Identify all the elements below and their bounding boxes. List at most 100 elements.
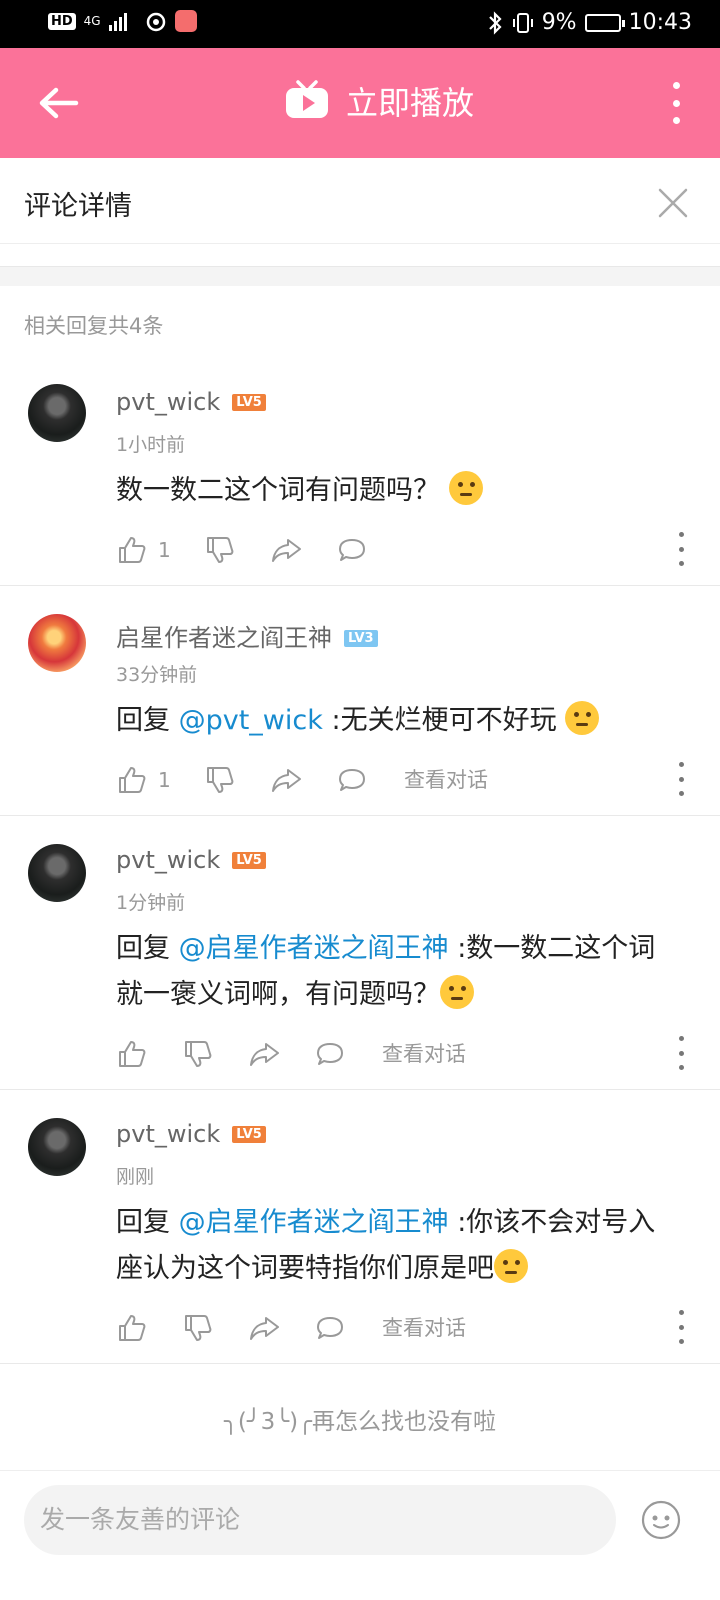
bluetooth-icon <box>488 10 502 35</box>
thumbs-down-icon <box>185 1315 212 1341</box>
comment-text: 数一数二这个词有问题吗？ <box>116 468 676 514</box>
signal-icon <box>108 13 127 31</box>
end-of-list-text: ╮(╯3╰)╭再怎么找也没有啦 <box>224 1409 496 1435</box>
play-now-button[interactable]: 立即播放 <box>284 78 474 124</box>
reply-count: 相关回复共4条 <box>24 314 164 338</box>
view-conversation-link[interactable]: 查看对话 <box>404 764 488 794</box>
comment-actions: 1 查看对话 <box>116 762 686 798</box>
battery-percentage: 9% <box>541 10 577 35</box>
dislike-button[interactable] <box>182 1036 214 1072</box>
comment-body: 数一数二这个词有问题吗？ <box>116 475 440 506</box>
share-button[interactable] <box>248 1036 280 1072</box>
reply-button[interactable] <box>314 1036 346 1072</box>
like-count: 1 <box>158 538 171 562</box>
share-icon <box>250 1317 279 1340</box>
like-button[interactable] <box>116 1310 148 1346</box>
more-icon[interactable] <box>676 1036 686 1070</box>
tv-play-icon <box>286 80 328 118</box>
like-button[interactable]: 1 <box>116 762 171 798</box>
clock: 10:43 <box>628 10 692 35</box>
thumbs-up-icon <box>119 767 146 793</box>
more-icon[interactable] <box>676 1310 686 1344</box>
comment-actions: 查看对话 <box>116 1310 686 1346</box>
mention-link[interactable]: @pvt_wick <box>179 705 323 736</box>
comment-item: 启星作者迷之阎王神 LV3 33分钟前 回复 @pvt_wick :无关烂梗可不好… <box>0 586 720 816</box>
comment-detail-header: 评论详情 <box>0 158 720 244</box>
detail-title: 评论详情 <box>24 191 132 222</box>
avatar[interactable] <box>28 1118 86 1176</box>
play-now-label: 立即播放 <box>346 84 475 122</box>
comment-composer: 发一条友善的评论 <box>0 1470 720 1600</box>
more-options-icon[interactable] <box>670 82 682 124</box>
reply-bubble-icon <box>339 769 365 791</box>
level-badge: LV3 <box>344 630 378 647</box>
app-notification-icon <box>174 10 197 32</box>
reply-bubble-icon <box>317 1317 343 1339</box>
thumbs-up-icon <box>119 537 146 563</box>
avatar[interactable] <box>28 844 86 902</box>
reply-button[interactable] <box>314 1310 346 1346</box>
mention-link[interactable]: @启星作者迷之阎王神 <box>179 1207 449 1238</box>
share-icon <box>272 769 301 792</box>
close-icon[interactable] <box>656 186 690 220</box>
avatar[interactable] <box>28 614 86 672</box>
reply-bubble-icon <box>317 1043 343 1065</box>
hotspot-icon <box>146 12 165 32</box>
reply-button[interactable] <box>336 532 368 568</box>
username-text: 启星作者迷之阎王神 <box>116 624 332 652</box>
like-button[interactable]: 1 <box>116 532 171 568</box>
level-badge: LV5 <box>232 1126 266 1143</box>
status-bar: HD 4G 9% 10:43 <box>0 0 720 48</box>
thinking-emoji-icon <box>494 1249 528 1283</box>
share-button[interactable] <box>248 1310 280 1346</box>
back-arrow-icon[interactable] <box>34 78 84 128</box>
comment-time: 刚刚 <box>116 1166 155 1188</box>
battery-icon <box>584 13 625 32</box>
comment-input[interactable]: 发一条友善的评论 <box>24 1485 616 1555</box>
thinking-emoji-icon <box>440 975 474 1009</box>
mention-link[interactable]: @启星作者迷之阎王神 <box>179 933 449 964</box>
dislike-button[interactable] <box>182 1310 214 1346</box>
comment-actions: 查看对话 <box>116 1036 686 1072</box>
reply-prefix: 回复 <box>116 1207 170 1238</box>
comment-time: 1分钟前 <box>116 892 186 914</box>
username[interactable]: pvt_wick LV5 <box>116 1120 266 1148</box>
reply-button[interactable] <box>336 762 368 798</box>
view-conversation-link[interactable]: 查看对话 <box>382 1038 466 1068</box>
username-text: pvt_wick <box>116 846 221 874</box>
comment-text: 回复 @pvt_wick :无关烂梗可不好玩 <box>116 698 676 744</box>
comment-item: pvt_wick LV5 1分钟前 回复 @启星作者迷之阎王神 :数一数二这个词就… <box>0 816 720 1090</box>
comment-text: 回复 @启星作者迷之阎王神 :你该不会对号入座认为这个词要特指你们原是吧 <box>116 1200 676 1292</box>
annoyed-emoji-icon <box>565 701 600 735</box>
reply-prefix: 回复 <box>116 933 170 964</box>
thumbs-up-icon <box>119 1041 146 1067</box>
thumbs-down-icon <box>185 1041 212 1067</box>
comment-item: pvt_wick LV5 1小时前 数一数二这个词有问题吗？ 1 <box>0 360 720 586</box>
more-icon[interactable] <box>676 532 686 566</box>
thumbs-up-icon <box>119 1315 146 1341</box>
share-button[interactable] <box>270 762 302 798</box>
section-divider <box>0 266 720 286</box>
avatar[interactable] <box>28 384 86 442</box>
username[interactable]: 启星作者迷之阎王神 LV3 <box>116 618 378 653</box>
dislike-button[interactable] <box>204 532 236 568</box>
top-bar: 立即播放 <box>0 48 720 158</box>
username-text: pvt_wick <box>116 388 221 416</box>
dislike-button[interactable] <box>204 762 236 798</box>
more-icon[interactable] <box>676 762 686 796</box>
share-icon <box>272 539 301 562</box>
like-button[interactable] <box>116 1036 148 1072</box>
username-text: pvt_wick <box>116 1120 221 1148</box>
comment-actions: 1 <box>116 532 686 568</box>
share-button[interactable] <box>270 532 302 568</box>
thumbs-down-icon <box>207 767 234 793</box>
network-indicator: 4G <box>83 14 101 28</box>
hd-indicator: HD <box>48 12 76 30</box>
username[interactable]: pvt_wick LV5 <box>116 388 266 416</box>
reply-prefix: 回复 <box>116 705 170 736</box>
username[interactable]: pvt_wick LV5 <box>116 846 266 874</box>
comment-time: 33分钟前 <box>116 664 198 686</box>
emoji-face-icon[interactable] <box>640 1499 682 1541</box>
view-conversation-link[interactable]: 查看对话 <box>382 1312 466 1342</box>
comment-time: 1小时前 <box>116 434 186 456</box>
